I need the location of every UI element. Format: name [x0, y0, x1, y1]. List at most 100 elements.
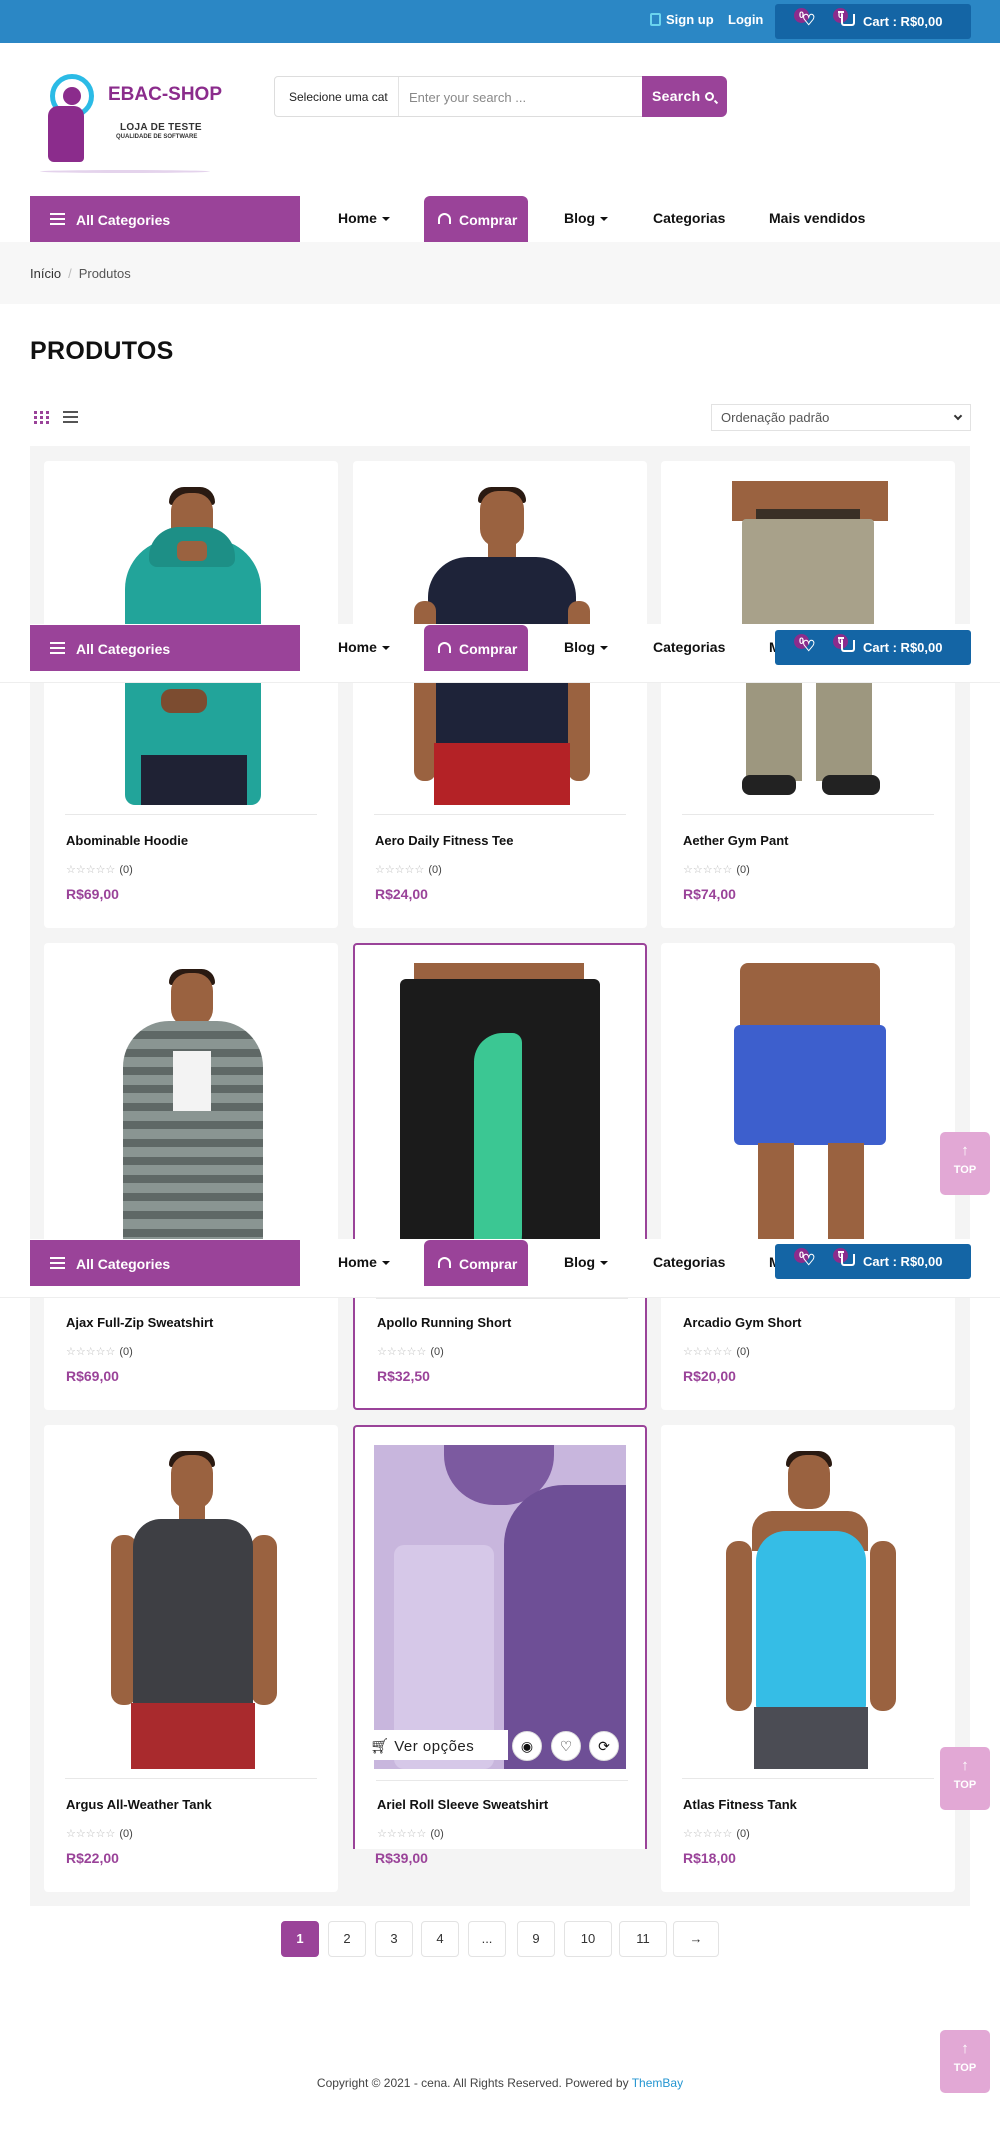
heart-icon[interactable]: ♡	[802, 639, 815, 654]
chevron-down-icon	[953, 411, 963, 421]
product-image[interactable]	[65, 1445, 317, 1769]
nav-blog[interactable]: Blog	[564, 1254, 609, 1270]
rating-stars: ☆☆☆☆☆ (0)	[66, 864, 133, 876]
product-card[interactable]: Arcadio Gym Short ☆☆☆☆☆ (0) R$20,00	[661, 943, 955, 1410]
signup-link[interactable]: Sign up	[650, 12, 714, 27]
nav-blog-label: Blog	[564, 210, 596, 226]
nav-home[interactable]: Home	[338, 210, 390, 226]
nav-home-label: Home	[338, 1254, 377, 1270]
product-card[interactable]: Apollo Running Short ☆☆☆☆☆ (0) R$32,50	[353, 943, 647, 1410]
hamburger-icon	[50, 1257, 65, 1269]
cart-total: Cart : R$0,00	[863, 14, 943, 29]
all-categories-button[interactable]: All Categories	[30, 625, 300, 671]
grid-view-icon[interactable]	[34, 411, 49, 424]
rating-stars: ☆☆☆☆☆ (0)	[66, 1346, 133, 1358]
all-categories-button[interactable]: All Categories	[30, 196, 300, 242]
nav-comprar[interactable]: Comprar	[424, 1240, 528, 1286]
nav-home[interactable]: Home	[338, 1254, 390, 1270]
nav-home[interactable]: Home	[338, 639, 390, 655]
headphones-icon	[438, 1257, 451, 1268]
page-11[interactable]: 11	[619, 1921, 667, 1957]
product-card[interactable]: Abominable Hoodie ☆☆☆☆☆ (0) R$69,00	[44, 461, 338, 928]
list-view-icon[interactable]	[63, 411, 78, 423]
nav-categorias[interactable]: Categorias	[653, 1254, 725, 1270]
page-9[interactable]: 9	[517, 1921, 555, 1957]
product-name[interactable]: Aero Daily Fitness Tee	[375, 833, 513, 848]
page-3[interactable]: 3	[375, 1921, 413, 1957]
login-link[interactable]: Login	[728, 12, 763, 27]
main-nav: All Categories Home Comprar Blog Categor…	[0, 196, 1000, 242]
page-4[interactable]: 4	[421, 1921, 459, 1957]
category-select[interactable]: Selecione uma cat	[289, 90, 388, 104]
cart-icon	[838, 1251, 855, 1266]
product-card[interactable]: Aero Daily Fitness Tee ☆☆☆☆☆ (0) R$24,00	[353, 461, 647, 928]
nav-comprar-label: Comprar	[459, 212, 518, 228]
sticky-nav: All Categories Home Comprar Blog Categor…	[0, 624, 1000, 683]
page-10[interactable]: 10	[564, 1921, 612, 1957]
product-name[interactable]: Ajax Full-Zip Sweatshirt	[66, 1315, 213, 1330]
nav-blog[interactable]: Blog	[564, 210, 609, 226]
product-name[interactable]: Atlas Fitness Tank	[683, 1797, 797, 1812]
heart-icon[interactable]: ♡	[802, 1253, 815, 1268]
back-to-top-button[interactable]: ↑ TOP	[940, 1747, 990, 1810]
cart-icon: 🛒︎	[370, 1738, 390, 1755]
logo-title: EBAC-SHOP	[108, 84, 223, 105]
all-categories-button[interactable]: All Categories	[30, 1240, 300, 1286]
nav-mais-vendidos[interactable]: Mais vendidos	[769, 210, 865, 226]
product-name[interactable]: Aether Gym Pant	[683, 833, 788, 848]
footer: Copyright © 2021 - cena. All Rights Rese…	[0, 2076, 1000, 2090]
caret-down-icon	[600, 1261, 609, 1265]
all-categories-label: All Categories	[76, 1256, 171, 1272]
product-price: R$69,00	[66, 886, 119, 902]
cart-button[interactable]: 0 ♡ 0 Cart : R$0,00	[775, 630, 971, 665]
quick-view-icon[interactable]: ◉	[512, 1731, 542, 1761]
search-button[interactable]: Search	[642, 76, 727, 117]
hamburger-icon	[50, 642, 65, 654]
logo-hand-icon	[48, 106, 84, 162]
search-bar: Selecione uma cat Search	[274, 76, 727, 117]
product-name[interactable]: Apollo Running Short	[377, 1315, 511, 1330]
product-name[interactable]: Arcadio Gym Short	[683, 1315, 801, 1330]
page-2[interactable]: 2	[328, 1921, 366, 1957]
nav-comprar[interactable]: Comprar	[424, 196, 528, 242]
product-card[interactable]: Argus All-Weather Tank ☆☆☆☆☆ (0) R$22,00	[44, 1425, 338, 1892]
product-price: R$39,00	[375, 1850, 428, 1866]
ver-opcoes-button[interactable]: 🛒︎ Ver opções	[358, 1730, 508, 1760]
all-categories-label: All Categories	[76, 641, 171, 657]
product-image[interactable]	[374, 1445, 626, 1769]
sort-select[interactable]: Ordenação padrão	[711, 404, 971, 431]
sort-selected: Ordenação padrão	[721, 410, 830, 425]
wishlist-heart-icon[interactable]: ♡	[551, 1731, 581, 1761]
product-name[interactable]: Ariel Roll Sleeve Sweatshirt	[377, 1797, 548, 1812]
product-name[interactable]: Abominable Hoodie	[66, 833, 188, 848]
next-page-arrow-icon[interactable]: →	[673, 1921, 719, 1957]
nav-comprar[interactable]: Comprar	[424, 625, 528, 671]
product-card[interactable]: Ariel Roll Sleeve Sweatshirt ☆☆☆☆☆ (0)	[353, 1425, 647, 1849]
cart-button[interactable]: 0 ♡ 0 Cart : R$0,00	[775, 1244, 971, 1279]
product-image[interactable]	[682, 1445, 934, 1769]
product-card[interactable]: Aether Gym Pant ☆☆☆☆☆ (0) R$74,00	[661, 461, 955, 928]
review-count: (0)	[430, 1828, 444, 1840]
sticky-nav: All Categories Home Comprar Blog Categor…	[0, 1239, 1000, 1298]
product-card[interactable]: Atlas Fitness Tank ☆☆☆☆☆ (0) R$18,00	[661, 1425, 955, 1892]
caret-down-icon	[381, 646, 390, 650]
product-name[interactable]: Argus All-Weather Tank	[66, 1797, 212, 1812]
nav-blog[interactable]: Blog	[564, 639, 609, 655]
back-to-top-button[interactable]: ↑ TOP	[940, 1132, 990, 1195]
compare-icon[interactable]: ⟳	[589, 1731, 619, 1761]
search-input[interactable]	[409, 85, 629, 109]
review-count: (0)	[428, 864, 442, 876]
breadcrumb: Início / Produtos	[30, 266, 131, 281]
thembay-link[interactable]: ThemBay	[632, 2076, 683, 2090]
caret-down-icon	[600, 217, 609, 221]
site-logo[interactable]: EBAC-SHOP LOJA DE TESTE QUALIDADE DE SOF…	[30, 68, 230, 178]
heart-icon[interactable]: ♡	[802, 13, 815, 28]
review-count: (0)	[119, 864, 133, 876]
page-1[interactable]: 1	[281, 1921, 319, 1957]
cart-button[interactable]: 0 ♡ 0 Cart : R$0,00	[775, 4, 971, 39]
product-card[interactable]: Ajax Full-Zip Sweatshirt ☆☆☆☆☆ (0) R$69,0…	[44, 943, 338, 1410]
search-button-label: Search	[652, 88, 701, 104]
nav-categorias[interactable]: Categorias	[653, 210, 725, 226]
nav-categorias[interactable]: Categorias	[653, 639, 725, 655]
breadcrumb-home[interactable]: Início	[30, 266, 61, 281]
